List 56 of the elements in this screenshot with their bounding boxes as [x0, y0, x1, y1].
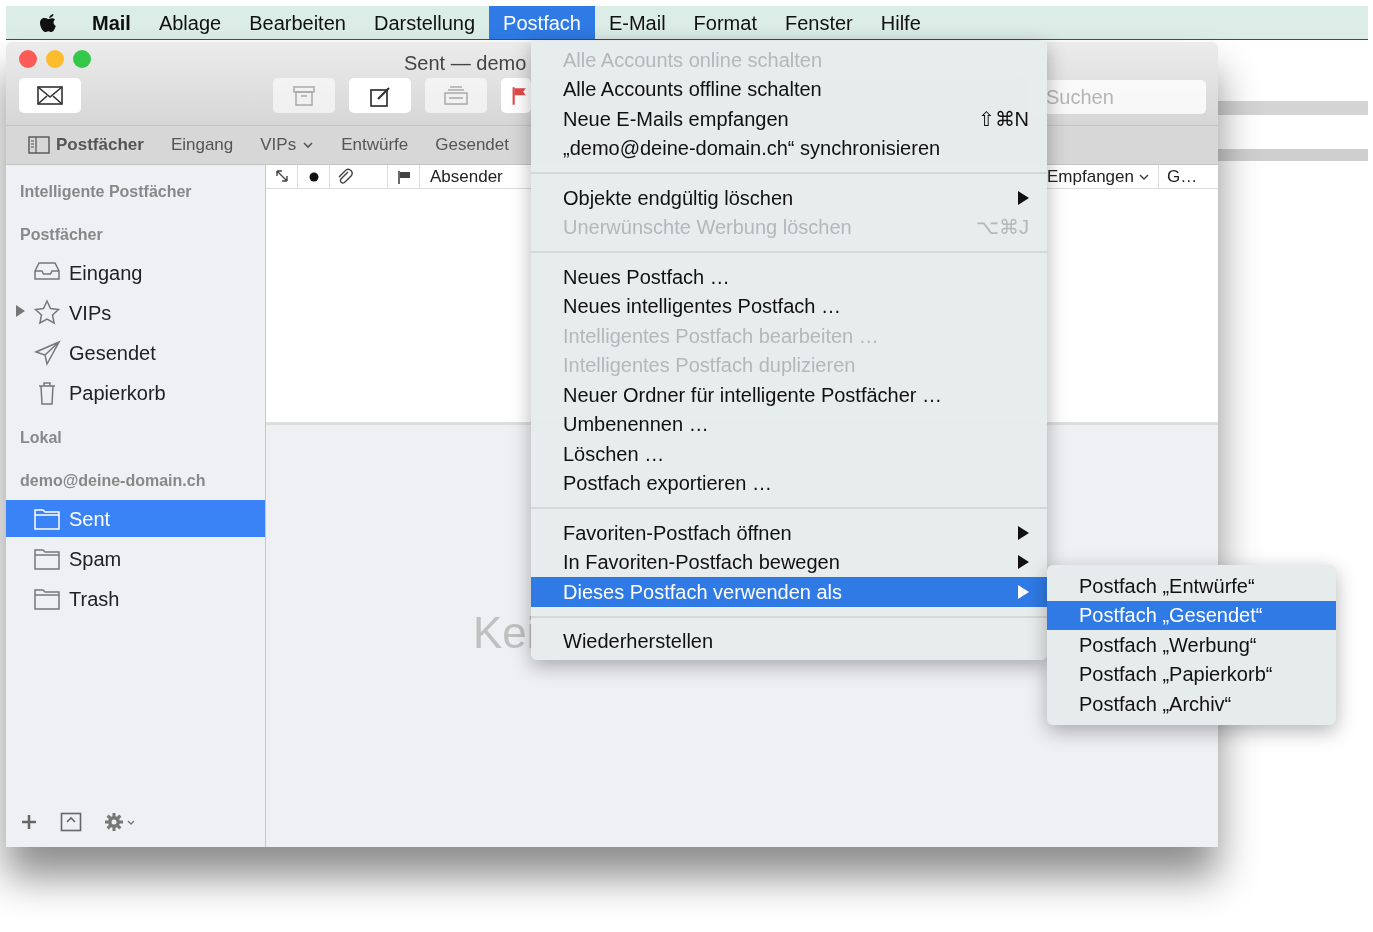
- menu-item[interactable]: „demo@deine-domain.ch“ synchronisieren: [531, 133, 1047, 163]
- toolbar-button[interactable]: [19, 78, 81, 113]
- sidebar-section-header: Lokal: [19, 427, 63, 448]
- paperclip-icon[interactable]: [336, 167, 354, 186]
- menu-item[interactable]: Postfach „Werbung“: [1047, 630, 1336, 660]
- sidebar-section-header: demo@deine-domain.ch: [19, 470, 207, 491]
- menu-bar-item[interactable]: E-Mail: [594, 6, 680, 39]
- menu-item[interactable]: Favoriten-Postfach öffnen: [531, 518, 1047, 548]
- menu-item[interactable]: Neuer Ordner für intelligente Postfächer …: [531, 380, 1047, 410]
- menu-bar-item[interactable]: Hilfe: [866, 6, 935, 39]
- sidebar-item[interactable]: Sent: [6, 500, 265, 537]
- menu-item[interactable]: Neues Postfach …: [531, 262, 1047, 292]
- menu-bar-item[interactable]: Darstellung: [359, 6, 490, 39]
- column-header[interactable]: Absender: [420, 165, 503, 188]
- favorites-bar-item[interactable]: Entwürfe: [341, 132, 409, 158]
- chevron-down-icon: [302, 140, 315, 150]
- panel-toggle-icon[interactable]: [60, 812, 82, 832]
- menu-item[interactable]: Dieses Postfach verwenden als: [531, 577, 1047, 607]
- column-header[interactable]: G…: [1158, 165, 1202, 188]
- sidebar-item[interactable]: Trash: [6, 580, 265, 617]
- favorites-bar-item[interactable]: Gesendet: [435, 132, 509, 158]
- close-button[interactable]: [19, 50, 37, 68]
- sidebar-item[interactable]: Gesendet: [6, 334, 265, 371]
- menu-item[interactable]: Umbenennen …: [531, 409, 1047, 439]
- sidebar-item[interactable]: Spam: [6, 540, 265, 577]
- menu-item[interactable]: Postfach „Gesendet“: [1047, 600, 1336, 630]
- menu-bar-item[interactable]: Bearbeiten: [235, 6, 360, 39]
- sidebar-item[interactable]: Papierkorb: [6, 374, 265, 411]
- star-icon: [33, 298, 61, 327]
- sidebar-section-header: Postfächer: [19, 224, 104, 245]
- menu-item[interactable]: Postfach „Papierkorb“: [1047, 659, 1336, 689]
- menu-item[interactable]: Neues intelligentes Postfach …: [531, 291, 1047, 321]
- keyboard-shortcut: ⇧⌘N: [977, 106, 1029, 132]
- favorites-bar-item[interactable]: VIPs: [260, 132, 315, 158]
- menu-item[interactable]: Postfach „Archiv“: [1047, 689, 1336, 719]
- toolbar-button[interactable]: [501, 78, 531, 113]
- menu-bar-item[interactable]: Format: [679, 6, 771, 39]
- sidebar-item[interactable]: VIPs: [6, 294, 265, 331]
- sidebar-item[interactable]: Eingang: [6, 254, 265, 291]
- menu-bar-item[interactable]: Fenster: [770, 6, 867, 39]
- menu-item[interactable]: Wiederherstellen: [531, 626, 1047, 656]
- sidebar-icon: [28, 136, 50, 154]
- add-icon[interactable]: [20, 813, 38, 831]
- menu-bar-item[interactable]: Mail: [78, 6, 145, 39]
- menu-item[interactable]: Postfach exportieren …: [531, 468, 1047, 498]
- menu-bar-item[interactable]: Postfach: [489, 6, 595, 39]
- window-title: Sent — demo: [404, 51, 527, 76]
- menu-item[interactable]: Postfach „Entwürfe“: [1047, 571, 1336, 601]
- disclosure-triangle-icon[interactable]: [16, 305, 25, 317]
- favorites-bar-item[interactable]: Postfächer: [28, 132, 144, 158]
- favorites-bar-item[interactable]: Eingang: [170, 132, 234, 158]
- menu-item[interactable]: Löschen …: [531, 439, 1047, 469]
- sidebar-section-header: Intelligente Postfächer: [19, 181, 193, 202]
- menu-bar-item[interactable]: Ablage: [144, 6, 236, 39]
- toolbar-button[interactable]: [349, 78, 411, 113]
- paper-plane-icon: [33, 338, 61, 367]
